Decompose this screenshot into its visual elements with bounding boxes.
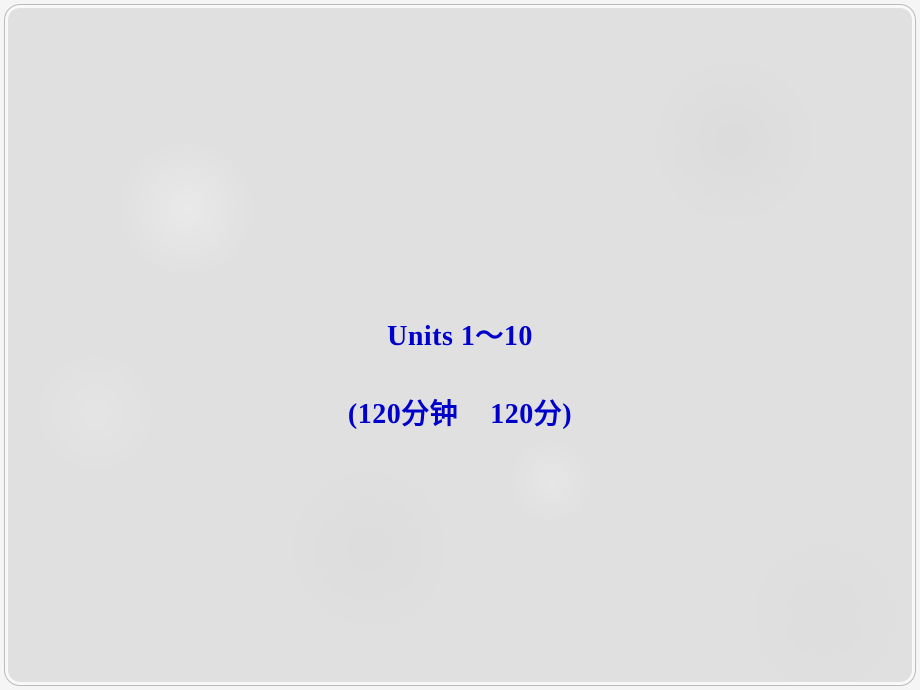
slide-content: Units 1～10 (120分钟 120分) xyxy=(348,314,572,432)
slide-container: Units 1～10 (120分钟 120分) xyxy=(4,4,916,686)
slide-title: Units 1～10 xyxy=(348,314,572,354)
subtitle-duration: (120分钟 xyxy=(348,399,458,430)
slide-subtitle: (120分钟 120分) xyxy=(348,392,572,432)
subtitle-score: 120分) xyxy=(490,399,572,430)
